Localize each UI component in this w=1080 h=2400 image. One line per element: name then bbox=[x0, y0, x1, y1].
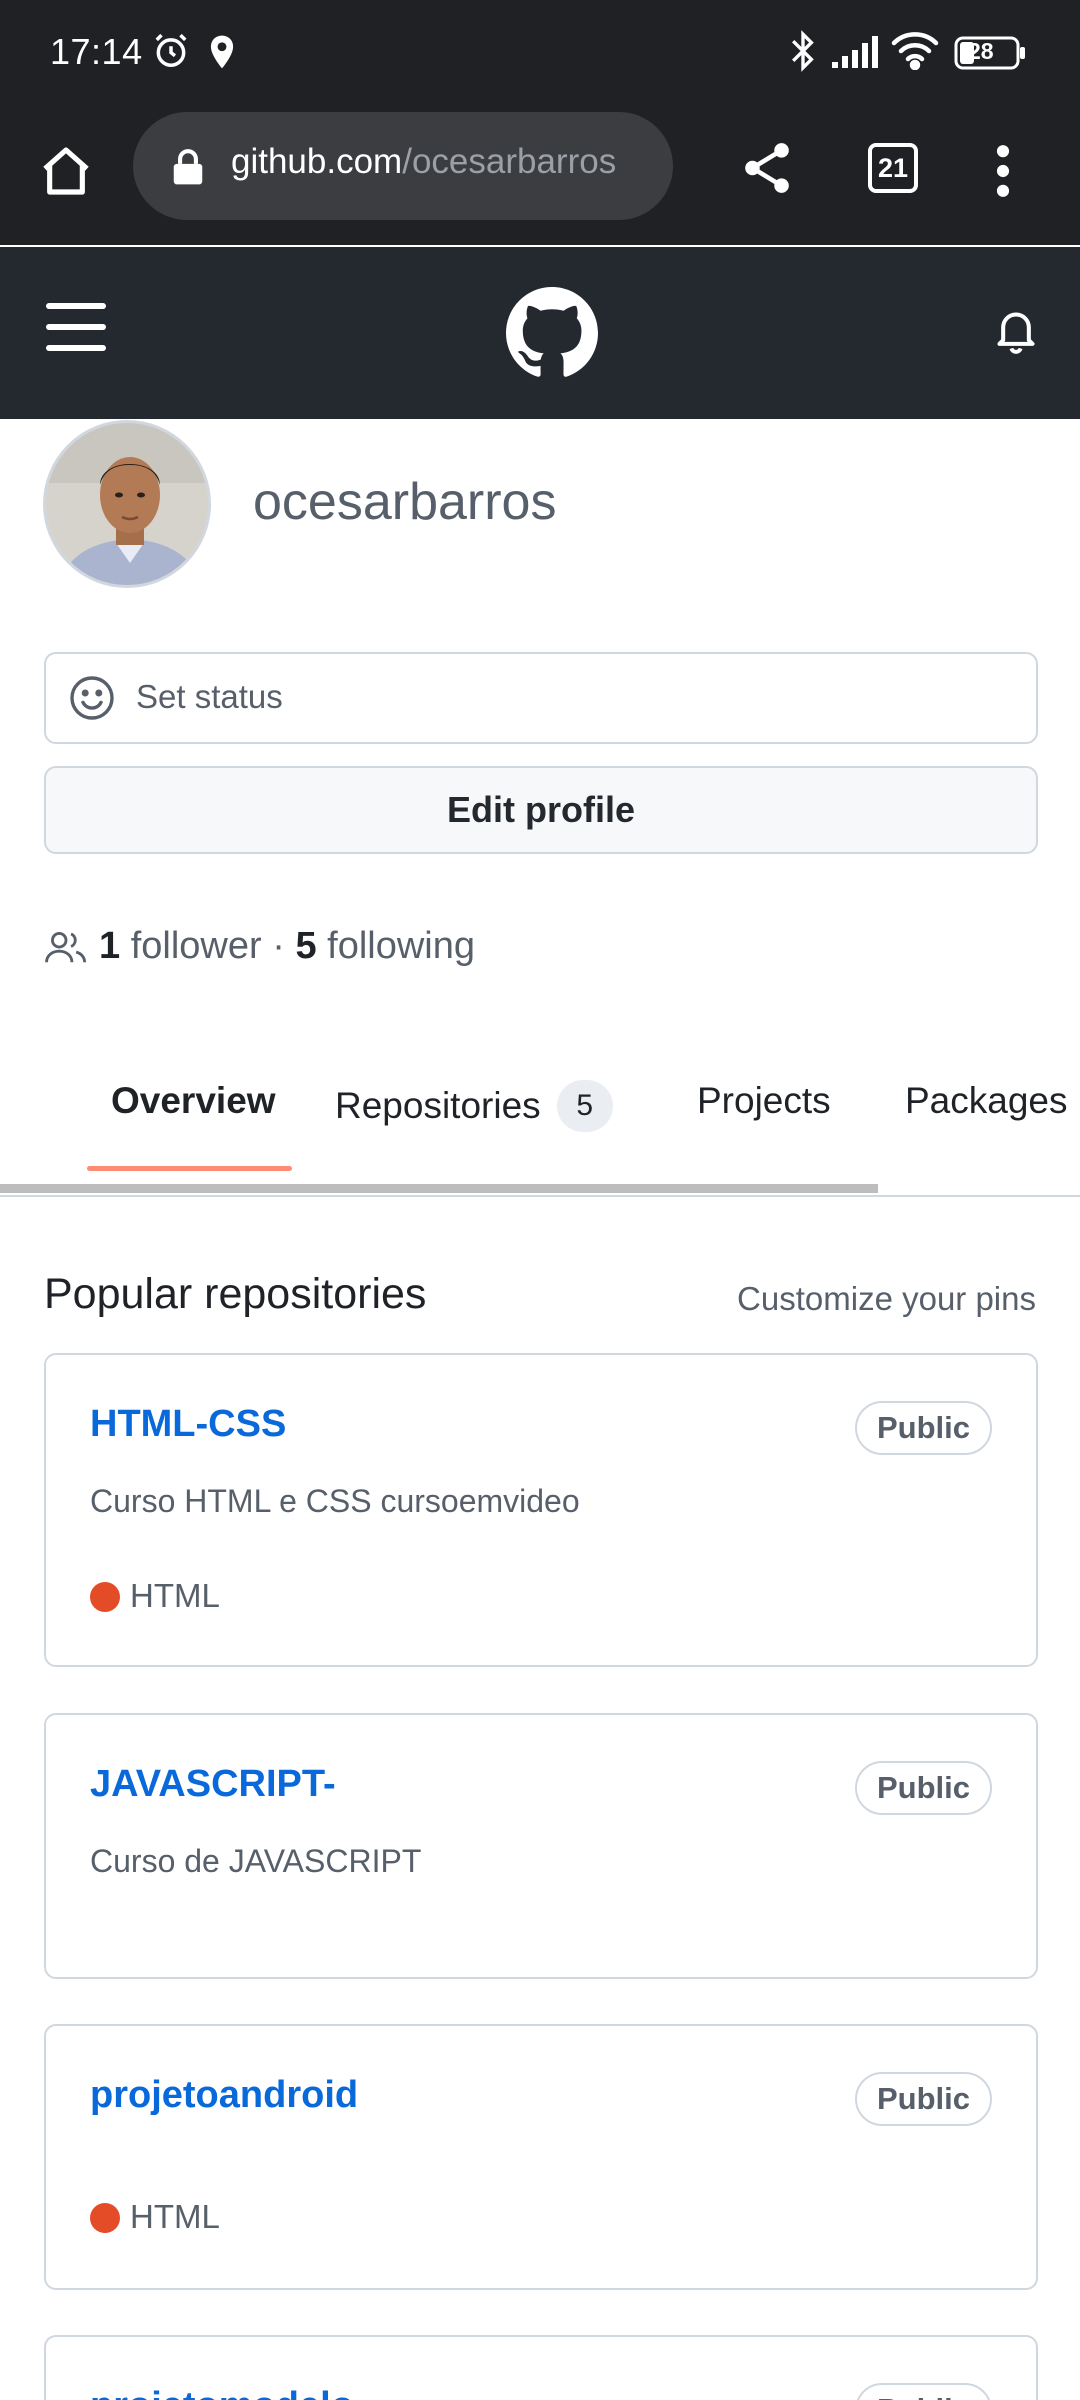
visibility-badge: Public bbox=[854, 1401, 992, 1455]
repo-card: projetomodelo Public bbox=[44, 2335, 1038, 2400]
active-tab-indicator bbox=[87, 1166, 292, 1171]
repo-language-label: HTML bbox=[130, 2198, 220, 2235]
repo-card: JAVASCRIPT- Public Curso de JAVASCRIPT bbox=[44, 1713, 1038, 1979]
bluetooth-icon bbox=[788, 30, 818, 77]
tab-projects[interactable]: Projects bbox=[697, 1080, 831, 1122]
followers-count: 1 bbox=[99, 925, 121, 967]
url-path: /ocesarbarros bbox=[402, 142, 617, 181]
people-icon bbox=[44, 929, 88, 975]
github-header bbox=[0, 247, 1080, 419]
home-icon[interactable] bbox=[38, 143, 94, 204]
tabs-divider bbox=[0, 1195, 1080, 1197]
browser-toolbar: github.com/ocesarbarros 21 bbox=[0, 105, 1080, 245]
wifi-icon bbox=[890, 30, 940, 75]
following-label: following bbox=[327, 925, 476, 967]
edit-profile-button[interactable]: Edit profile bbox=[44, 766, 1038, 854]
repo-description: Curso HTML e CSS cursoemvideo bbox=[90, 1483, 580, 1519]
tab-switcher-button[interactable]: 21 bbox=[868, 143, 918, 193]
address-bar[interactable]: github.com/ocesarbarros bbox=[133, 112, 673, 220]
share-icon[interactable] bbox=[742, 141, 792, 200]
notifications-bell-icon[interactable] bbox=[994, 307, 1038, 360]
url-host: github.com bbox=[231, 142, 403, 181]
signal-icon bbox=[830, 34, 882, 75]
repo-card: HTML-CSS Public Curso HTML e CSS cursoem… bbox=[44, 1353, 1038, 1667]
language-color-dot bbox=[90, 2203, 120, 2233]
repo-language: HTML bbox=[90, 2198, 220, 2236]
tab-packages[interactable]: Packages bbox=[905, 1080, 1068, 1122]
github-logo-icon[interactable] bbox=[506, 287, 598, 384]
status-bar: 17:14 28 bbox=[0, 0, 1080, 105]
repo-name-link[interactable]: projetoandroid bbox=[90, 2074, 358, 2117]
avatar[interactable] bbox=[43, 420, 211, 588]
profile-tabs: Overview Repositories 5 Projects Packages bbox=[0, 1050, 1080, 1200]
set-status-label: Set status bbox=[136, 678, 283, 715]
profile-username: ocesarbarros bbox=[253, 473, 557, 531]
tab-repositories[interactable]: Repositories 5 bbox=[335, 1080, 613, 1132]
battery-level: 28 bbox=[968, 38, 994, 64]
repo-name-link[interactable]: projetomodelo bbox=[90, 2385, 354, 2400]
follow-separator: · bbox=[272, 925, 285, 967]
repositories-counter: 5 bbox=[556, 1080, 613, 1132]
tab-overview[interactable]: Overview bbox=[111, 1080, 276, 1122]
followers-label: follower bbox=[130, 925, 262, 967]
repo-card: projetoandroid Public HTML bbox=[44, 2024, 1038, 2290]
alarm-icon bbox=[152, 32, 190, 75]
repo-language: HTML bbox=[90, 1577, 220, 1615]
visibility-badge: Public bbox=[854, 2072, 992, 2126]
location-icon bbox=[208, 34, 236, 75]
visibility-badge: Public bbox=[854, 2383, 992, 2400]
following-count: 5 bbox=[295, 925, 317, 967]
address-url: github.com/ocesarbarros bbox=[231, 142, 661, 182]
repo-name-link[interactable]: HTML-CSS bbox=[90, 1403, 286, 1446]
repo-language-label: HTML bbox=[130, 1577, 220, 1614]
customize-pins-link[interactable]: Customize your pins bbox=[737, 1280, 1036, 1318]
clock: 17:14 bbox=[50, 31, 143, 72]
battery-icon: 28 bbox=[954, 36, 1026, 75]
lock-icon bbox=[171, 148, 205, 191]
repo-description: Curso de JAVASCRIPT bbox=[90, 1843, 422, 1879]
following-link[interactable]: 5 following bbox=[295, 925, 475, 967]
tabs-scrollbar[interactable] bbox=[0, 1184, 878, 1193]
followers-link[interactable]: 1 follower bbox=[99, 925, 262, 967]
hamburger-menu-icon[interactable] bbox=[46, 301, 108, 358]
repo-name-link[interactable]: JAVASCRIPT- bbox=[90, 1763, 336, 1806]
popular-repos-title: Popular repositories bbox=[44, 1270, 427, 1318]
more-options-icon[interactable] bbox=[990, 143, 1016, 204]
set-status-button[interactable]: Set status bbox=[44, 652, 1038, 744]
visibility-badge: Public bbox=[854, 1761, 992, 1815]
smiley-icon bbox=[68, 674, 116, 727]
tab-repositories-label: Repositories bbox=[335, 1085, 541, 1126]
language-color-dot bbox=[90, 1582, 120, 1612]
